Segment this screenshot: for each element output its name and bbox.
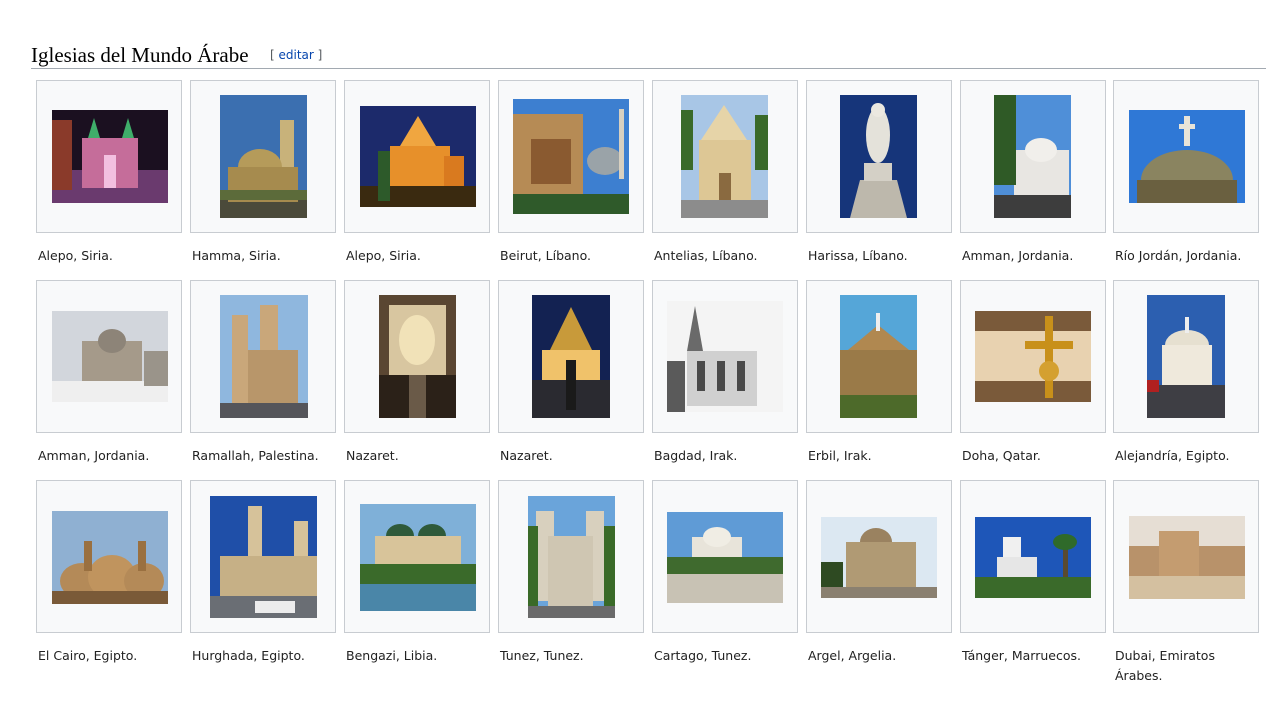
caption: Alepo, Siria. xyxy=(38,248,113,263)
caption: Nazaret. xyxy=(500,448,553,463)
church-photo[interactable] xyxy=(840,295,917,418)
caption: Hurghada, Egipto. xyxy=(192,648,305,663)
caption: Doha, Qatar. xyxy=(962,448,1041,463)
caption: Beirut, Líbano. xyxy=(500,248,592,263)
church-photo[interactable] xyxy=(975,311,1091,402)
caption: Río Jordán, Jordania. xyxy=(1115,248,1242,263)
church-photo[interactable] xyxy=(975,517,1091,598)
church-photo[interactable] xyxy=(379,295,456,418)
caption: Alepo, Siria. xyxy=(346,248,421,263)
church-photo[interactable] xyxy=(52,511,168,604)
caption: Cartago, Tunez. xyxy=(654,648,752,663)
caption: El Cairo, Egipto. xyxy=(38,648,138,663)
church-photo[interactable] xyxy=(513,99,629,214)
church-photo[interactable] xyxy=(667,301,783,412)
caption: Amman, Jordania. xyxy=(38,448,150,463)
church-photo[interactable] xyxy=(532,295,610,418)
caption: Tunez, Tunez. xyxy=(500,648,584,663)
church-photo[interactable] xyxy=(994,95,1071,218)
church-photo[interactable] xyxy=(528,496,615,618)
caption: Erbil, Irak. xyxy=(808,448,872,463)
caption: Harissa, Líbano. xyxy=(808,248,908,263)
church-photo[interactable] xyxy=(1147,295,1225,418)
church-photo[interactable] xyxy=(220,95,307,218)
church-photo[interactable] xyxy=(840,95,917,218)
church-photo[interactable] xyxy=(1129,516,1245,599)
caption: Bengazi, Libia. xyxy=(346,648,438,663)
church-photo[interactable] xyxy=(360,504,476,611)
church-photo[interactable] xyxy=(1129,110,1245,203)
church-photo[interactable] xyxy=(52,311,168,402)
caption: Antelias, Líbano. xyxy=(654,248,758,263)
image-gallery: Alepo, Siria. Hamma, Siria. Alepo, Siria… xyxy=(0,0,1280,720)
caption: Nazaret. xyxy=(346,448,399,463)
caption: Dubai, Emiratos Árabes. xyxy=(1115,648,1215,683)
church-photo[interactable] xyxy=(210,496,317,618)
church-photo[interactable] xyxy=(821,517,937,598)
caption: Amman, Jordania. xyxy=(962,248,1074,263)
church-photo[interactable] xyxy=(52,110,168,203)
church-photo[interactable] xyxy=(360,106,476,207)
caption: Hamma, Siria. xyxy=(192,248,281,263)
church-photo[interactable] xyxy=(220,295,308,418)
caption: Alejandría, Egipto. xyxy=(1115,448,1230,463)
caption: Ramallah, Palestina. xyxy=(192,448,319,463)
caption: Tánger, Marruecos. xyxy=(962,648,1081,663)
church-photo[interactable] xyxy=(667,512,783,603)
caption: Bagdad, Irak. xyxy=(654,448,738,463)
caption: Argel, Argelia. xyxy=(808,648,897,663)
church-photo[interactable] xyxy=(681,95,768,218)
